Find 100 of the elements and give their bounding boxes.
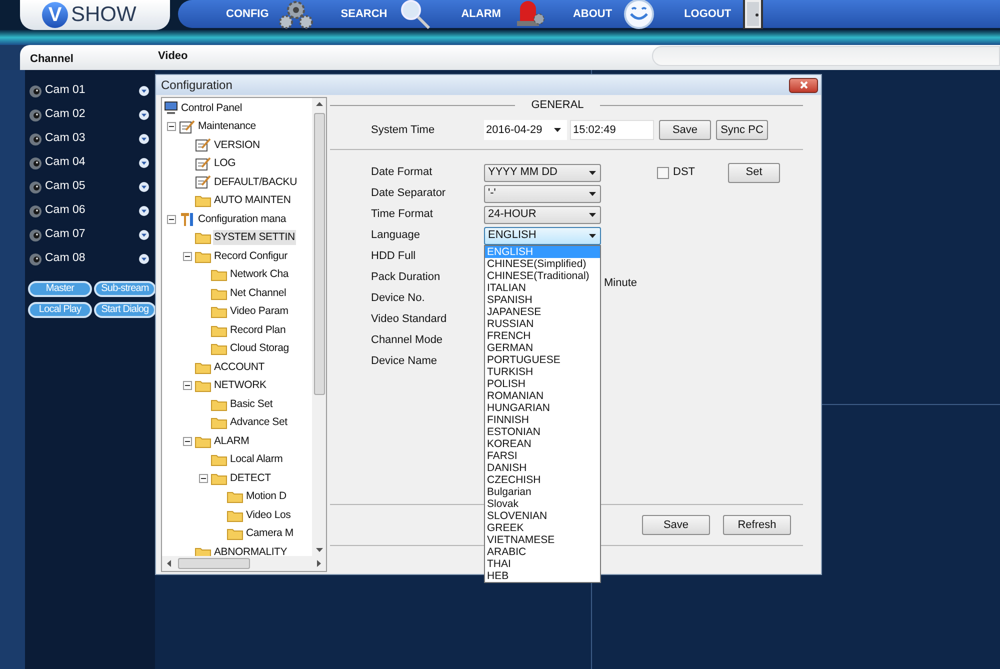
dropdown-option[interactable]: SPANISH bbox=[485, 294, 600, 306]
dropdown-icon[interactable] bbox=[139, 230, 149, 240]
dropdown-icon[interactable] bbox=[139, 254, 149, 264]
tree-item[interactable]: Record Configur bbox=[213, 248, 288, 264]
horizontal-scrollbar[interactable] bbox=[162, 556, 326, 571]
dropdown-option[interactable]: Bulgarian bbox=[485, 486, 600, 498]
save-button[interactable]: Save bbox=[659, 120, 711, 140]
dropdown-option[interactable]: ROMANIAN bbox=[485, 390, 600, 402]
tree-item[interactable]: ABNORMALITY bbox=[213, 544, 288, 556]
tree-item[interactable]: Motion D bbox=[245, 489, 288, 504]
tree-item[interactable]: Net Channel bbox=[229, 286, 288, 301]
tree-item[interactable]: AUTO MAINTEN bbox=[213, 193, 292, 208]
dropdown-icon[interactable] bbox=[139, 206, 149, 216]
select-field[interactable]: YYYY MM DD bbox=[484, 164, 601, 182]
dropdown-option[interactable]: VIETNAMESE bbox=[485, 534, 600, 546]
camera-item[interactable]: Cam 06 bbox=[25, 199, 155, 223]
select-field[interactable]: ENGLISH bbox=[484, 226, 601, 244]
tree-item[interactable]: LOG bbox=[213, 156, 237, 172]
select-field[interactable]: '-' bbox=[484, 184, 601, 202]
dropdown-option[interactable]: RUSSIAN bbox=[485, 318, 600, 330]
dropdown-option[interactable]: CZECHISH bbox=[485, 474, 600, 486]
camera-item[interactable]: Cam 08 bbox=[25, 247, 155, 271]
dropdown-option[interactable]: CHINESE(Traditional) bbox=[485, 270, 600, 282]
tree-item[interactable]: DETECT bbox=[229, 470, 272, 486]
dropdown-option[interactable]: SLOVENIAN bbox=[485, 510, 600, 522]
tree-item[interactable]: NETWORK bbox=[213, 378, 268, 394]
dropdown-option[interactable]: FINNISH bbox=[485, 414, 600, 426]
dropdown-option[interactable]: GERMAN bbox=[485, 342, 600, 354]
dropdown-icon[interactable] bbox=[139, 110, 149, 120]
dropdown-icon[interactable] bbox=[139, 86, 149, 96]
scroll-right-icon[interactable] bbox=[315, 560, 323, 567]
tree-item[interactable]: Network Cha bbox=[229, 267, 290, 282]
tree-item[interactable]: Local Alarm bbox=[229, 452, 284, 468]
close-button[interactable] bbox=[789, 78, 818, 92]
nav-item[interactable]: ABOUT bbox=[572, 0, 656, 28]
tree-item[interactable]: Control Panel bbox=[180, 100, 244, 116]
camera-item[interactable]: Cam 02 bbox=[25, 103, 155, 127]
collapse-toggle[interactable] bbox=[167, 122, 176, 132]
tree-item[interactable]: Video Los bbox=[245, 508, 292, 523]
tree-item[interactable]: ALARM bbox=[213, 434, 250, 449]
camera-icon bbox=[29, 204, 42, 218]
dropdown-option[interactable]: PORTUGUESE bbox=[485, 354, 600, 366]
camera-item[interactable]: Cam 05 bbox=[25, 175, 155, 199]
dropdown-icon[interactable] bbox=[139, 134, 149, 144]
save-button[interactable]: Save bbox=[642, 515, 710, 535]
dropdown-option[interactable]: CHINESE(Simplified) bbox=[485, 258, 600, 270]
dropdown-option[interactable]: THAI bbox=[485, 558, 600, 570]
nav-item[interactable]: CONFIG bbox=[226, 0, 313, 28]
tree-item[interactable]: ACCOUNT bbox=[213, 360, 266, 375]
camera-item[interactable]: Cam 04 bbox=[25, 151, 155, 175]
folder-icon bbox=[195, 360, 211, 374]
collapse-toggle[interactable] bbox=[199, 474, 208, 483]
vertical-scrollbar[interactable] bbox=[312, 98, 326, 556]
refresh-button[interactable]: Refresh bbox=[723, 515, 791, 535]
camera-item[interactable]: Cam 07 bbox=[25, 223, 155, 247]
set-button[interactable]: Set bbox=[728, 162, 780, 182]
scroll-left-icon[interactable] bbox=[165, 560, 173, 567]
collapse-toggle[interactable] bbox=[183, 381, 192, 390]
dropdown-option[interactable]: Slovak bbox=[485, 498, 600, 510]
search-field[interactable] bbox=[652, 46, 1000, 66]
tree-item[interactable]: Video Param bbox=[229, 304, 290, 320]
tree-item[interactable]: Basic Set bbox=[229, 396, 274, 412]
tree-item[interactable]: Configuration mana bbox=[197, 212, 288, 227]
dropdown-icon[interactable] bbox=[139, 182, 149, 192]
dropdown-option[interactable]: ARABIC bbox=[485, 546, 600, 558]
camera-item[interactable]: Cam 03 bbox=[25, 127, 155, 151]
tree-item[interactable]: VERSION bbox=[213, 138, 261, 153]
dropdown-option[interactable]: ITALIAN bbox=[485, 282, 600, 294]
dropdown-option[interactable]: POLISH bbox=[485, 378, 600, 390]
collapse-toggle[interactable] bbox=[183, 436, 192, 446]
collapse-toggle[interactable] bbox=[183, 252, 192, 261]
tree-item[interactable]: Advance Set bbox=[229, 415, 288, 430]
dropdown-option[interactable]: FRENCH bbox=[485, 330, 600, 342]
tree-item[interactable]: Maintenance bbox=[197, 119, 257, 134]
dropdown-option[interactable]: HEB bbox=[485, 570, 600, 582]
tree-item[interactable]: Record Plan bbox=[229, 322, 287, 338]
dropdown-option[interactable]: DANISH bbox=[485, 462, 600, 474]
dropdown-option[interactable]: FARSI bbox=[485, 450, 600, 462]
dropdown-option[interactable]: HUNGARIAN bbox=[485, 402, 600, 414]
folder-icon bbox=[211, 305, 227, 318]
time-field[interactable]: 15:02:49 bbox=[570, 120, 654, 140]
dropdown-option[interactable]: KOREAN bbox=[485, 438, 600, 450]
dst-checkbox[interactable] bbox=[657, 166, 669, 178]
select-field[interactable]: 24-HOUR bbox=[484, 206, 601, 224]
camera-item[interactable]: Cam 01 bbox=[25, 79, 155, 103]
dropdown-icon[interactable] bbox=[139, 158, 149, 168]
dropdown-option[interactable]: ESTONIAN bbox=[485, 426, 600, 438]
tree-item[interactable]: Camera M bbox=[245, 526, 294, 542]
nav-item[interactable]: ALARM bbox=[461, 0, 545, 28]
tree-item[interactable]: SYSTEM SETTIN bbox=[213, 230, 296, 246]
date-field[interactable]: 2016-04-29 bbox=[484, 120, 567, 140]
tree-item[interactable]: Cloud Storag bbox=[229, 341, 290, 356]
collapse-toggle[interactable] bbox=[167, 214, 176, 224]
folder-icon bbox=[211, 286, 227, 300]
dropdown-option[interactable]: TURKISH bbox=[485, 366, 600, 378]
nav-item[interactable]: SEARCH bbox=[340, 0, 434, 28]
dropdown-option[interactable]: GREEK bbox=[485, 522, 600, 534]
sync-button[interactable]: Sync PC bbox=[716, 120, 768, 140]
dropdown-option[interactable]: JAPANESE bbox=[485, 306, 600, 318]
tree-item[interactable]: DEFAULT/BACKU bbox=[213, 174, 298, 190]
